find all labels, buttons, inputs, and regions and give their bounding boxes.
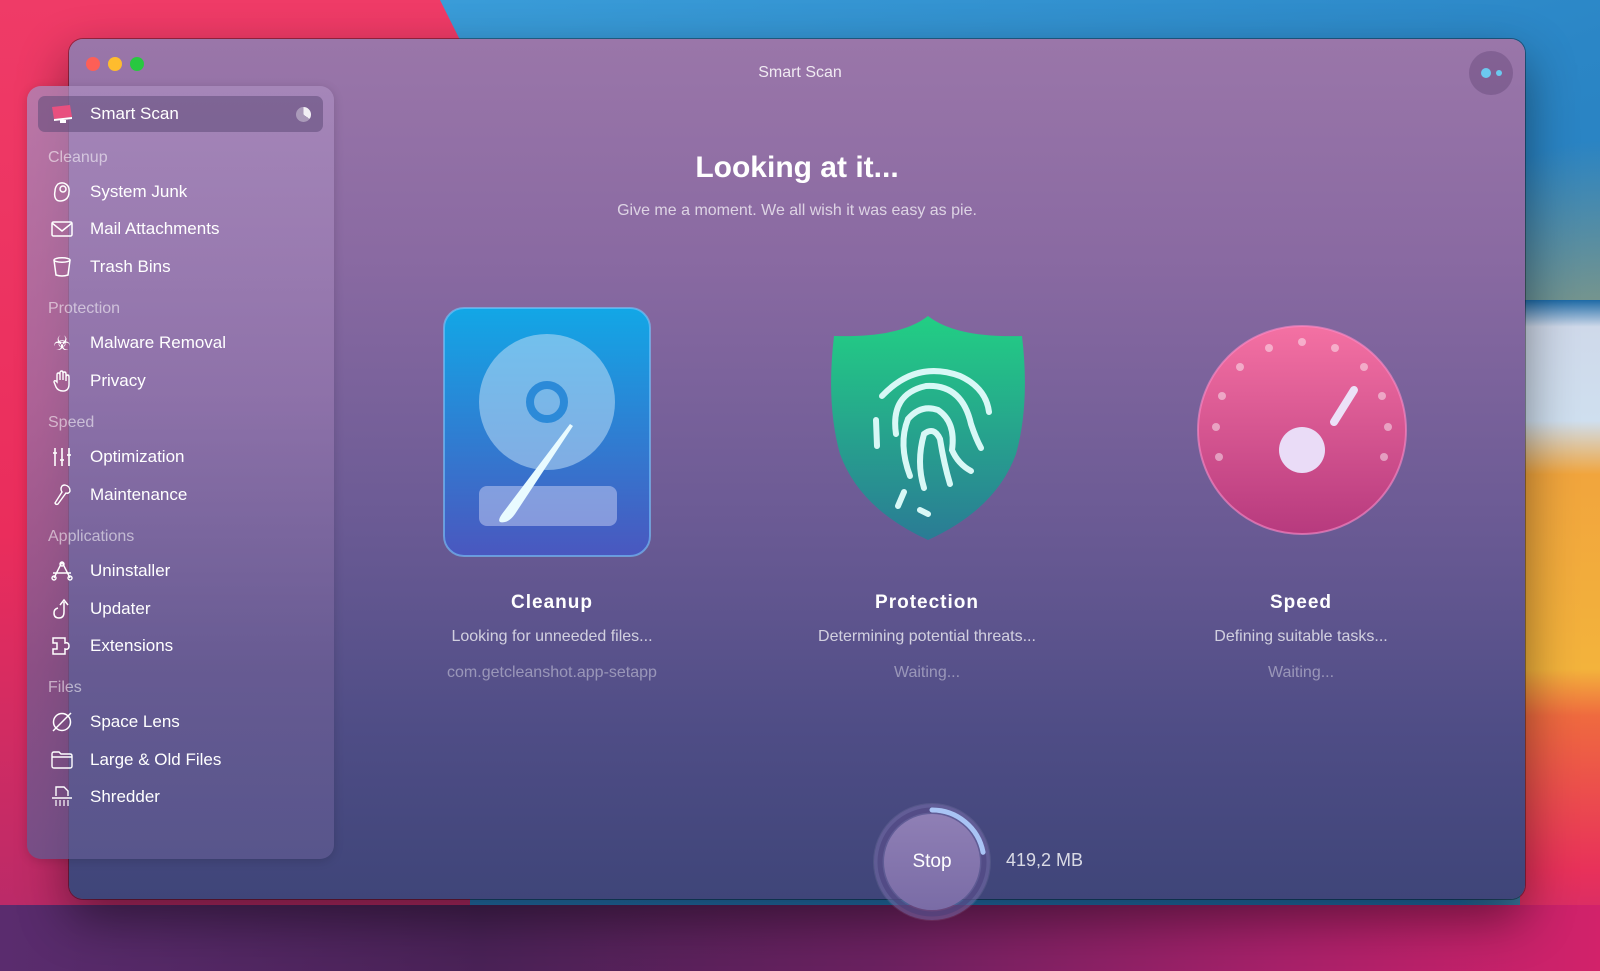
module-status: Determining potential threats... <box>818 628 1036 645</box>
module-status: Defining suitable tasks... <box>1214 628 1388 645</box>
hard-drive-icon <box>443 307 651 557</box>
desktop-wallpaper-bottom <box>0 905 1600 971</box>
stop-button-container: Stop <box>874 804 990 920</box>
stop-button[interactable]: Stop <box>884 814 980 910</box>
speedometer-icon <box>1197 325 1407 535</box>
module-status: Looking for unneeded files... <box>451 628 653 645</box>
scanned-size: 419,2 MB <box>1006 850 1084 870</box>
desktop-wallpaper-right <box>1520 300 1600 971</box>
module-title: Protection <box>875 592 979 613</box>
module-detail: com.getcleanshot.app-setapp <box>447 664 657 681</box>
module-title: Speed <box>1269 592 1333 613</box>
module-detail: Waiting... <box>893 664 961 681</box>
module-detail: Waiting... <box>1267 664 1335 681</box>
module-title: Cleanup <box>511 592 593 613</box>
fingerprint-shield-icon <box>831 316 1025 540</box>
page-title: Looking at it... <box>695 151 899 184</box>
page-subtitle: Give me a moment. We all wish it was eas… <box>617 202 977 219</box>
